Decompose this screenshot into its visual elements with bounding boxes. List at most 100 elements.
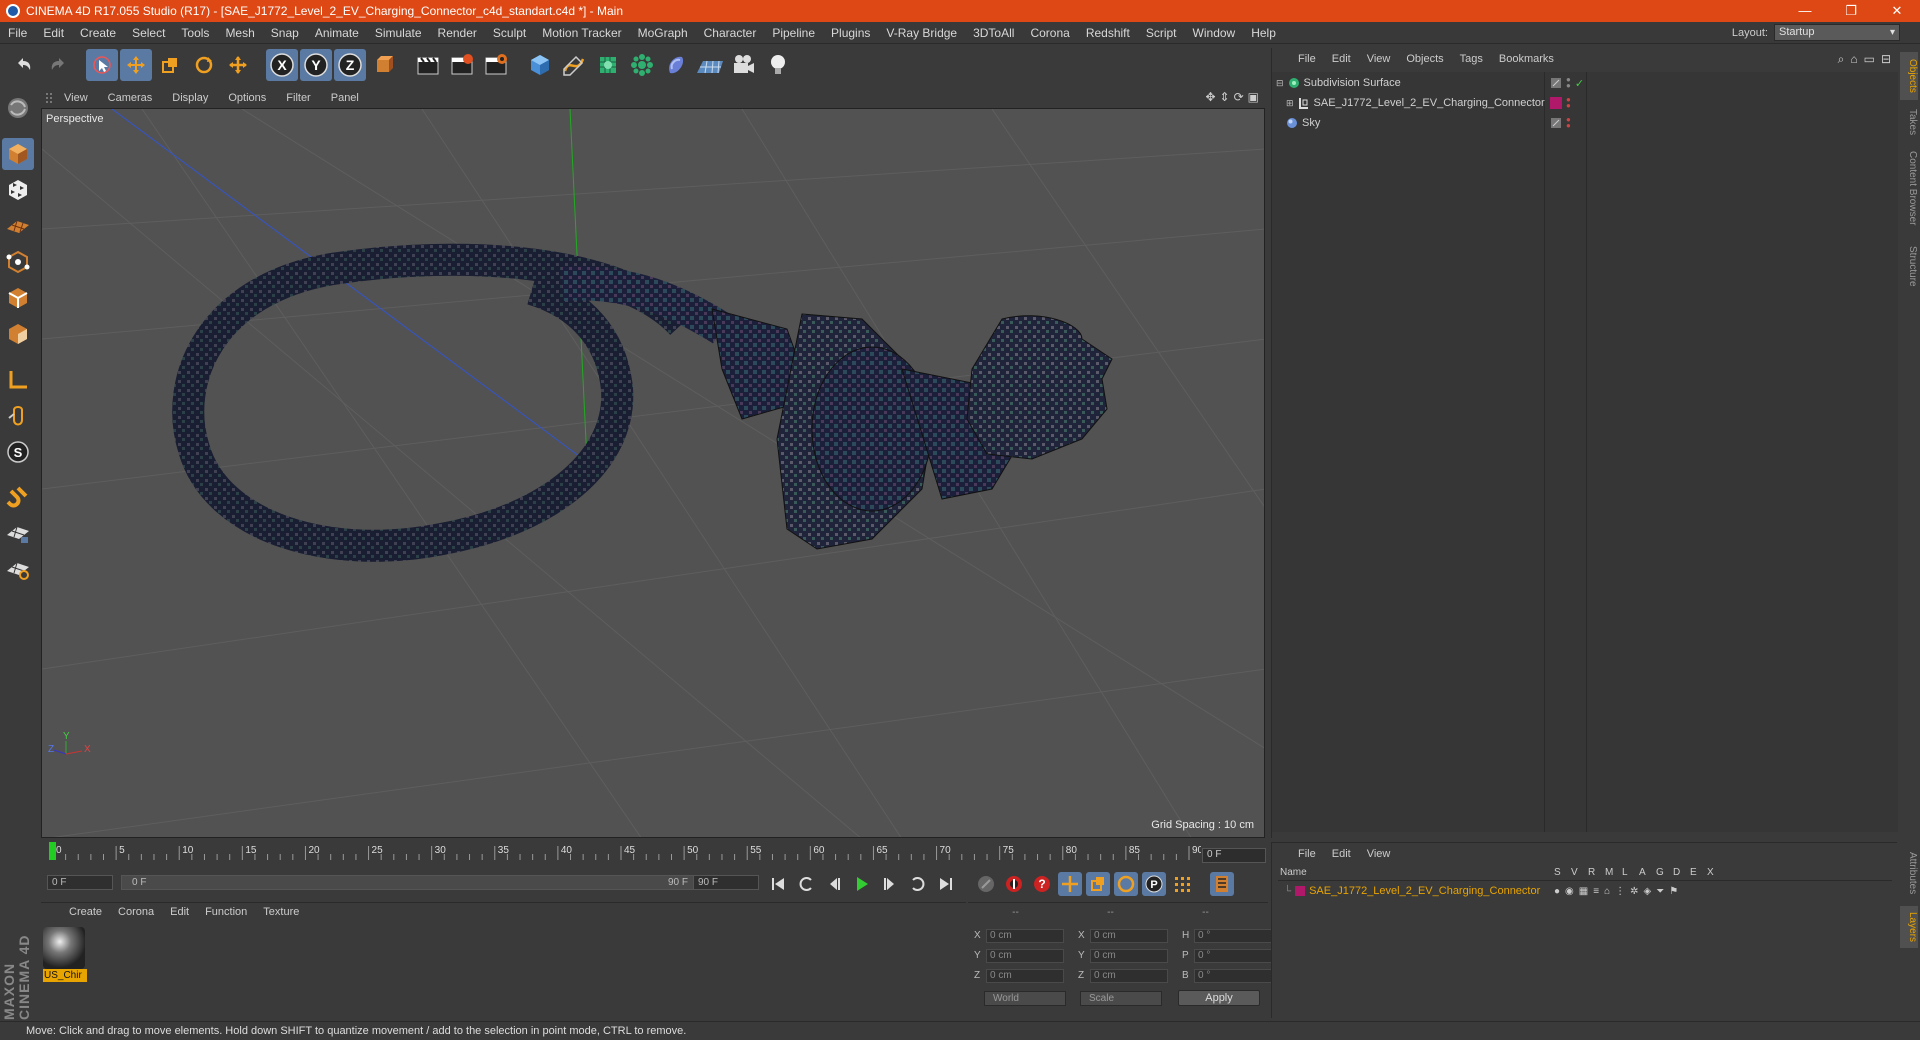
menu-mograph[interactable]: MoGraph xyxy=(630,26,696,40)
menu-create[interactable]: Create xyxy=(72,26,124,40)
material-menu-create[interactable]: Create xyxy=(61,906,110,918)
expand-icon[interactable]: ⊞ xyxy=(1286,98,1294,109)
go-to-end-icon[interactable] xyxy=(934,872,958,896)
magnet-icon[interactable] xyxy=(2,482,34,514)
menu-tools[interactable]: Tools xyxy=(173,26,217,40)
layer-menu-view[interactable]: View xyxy=(1359,848,1399,860)
tab-objects[interactable]: Objects xyxy=(1900,52,1918,100)
lock-icon[interactable]: ⌂ xyxy=(1604,886,1610,897)
menu-render[interactable]: Render xyxy=(430,26,485,40)
position-y-field[interactable]: 0 cm xyxy=(986,948,1064,963)
layer-color-swatch[interactable] xyxy=(1550,97,1562,109)
transform-mode-dropdown[interactable]: Scale xyxy=(1080,991,1162,1006)
visibility-dots-icon[interactable]: ● ● xyxy=(1566,116,1571,130)
record-active-objects-icon[interactable] xyxy=(974,872,998,896)
previous-key-icon[interactable] xyxy=(794,872,818,896)
playhead[interactable] xyxy=(49,842,56,860)
layer-icon[interactable] xyxy=(1550,77,1562,89)
viewport-menu-panel[interactable]: Panel xyxy=(321,92,369,104)
axis-mode-icon[interactable] xyxy=(2,364,34,396)
array-icon[interactable] xyxy=(626,49,658,81)
texture-mode-icon[interactable] xyxy=(2,174,34,206)
viewport-menu-options[interactable]: Options xyxy=(218,92,276,104)
frame-range-slider[interactable]: 0 F 90 F xyxy=(121,875,701,890)
rotation-h-field[interactable]: 0 ° xyxy=(1194,928,1272,943)
render-picture-viewer-icon[interactable] xyxy=(446,49,478,81)
menu-edit[interactable]: Edit xyxy=(35,26,72,40)
timeline-window-icon[interactable] xyxy=(1210,872,1234,896)
key-pla-icon[interactable] xyxy=(1170,872,1194,896)
key-rotation-icon[interactable] xyxy=(1114,872,1138,896)
layer-menu-edit[interactable]: Edit xyxy=(1324,848,1359,860)
edges-mode-icon[interactable] xyxy=(2,282,34,314)
restore-button[interactable]: ❐ xyxy=(1828,0,1874,22)
subdivision-nurbs-icon[interactable] xyxy=(592,49,624,81)
cube-icon[interactable] xyxy=(524,49,556,81)
tweak-mode-icon[interactable] xyxy=(2,400,34,432)
material-menu-corona[interactable]: Corona xyxy=(110,906,162,918)
visibility-dots-icon[interactable]: ● ● xyxy=(1566,76,1571,90)
generator-icon[interactable]: ✲ xyxy=(1630,886,1638,897)
dolly-icon[interactable]: ⇕ xyxy=(1220,90,1230,104)
enabled-check-icon[interactable]: ✓ xyxy=(1575,77,1584,90)
animation-icon[interactable]: ⋮ xyxy=(1615,886,1625,897)
autokeying-icon[interactable] xyxy=(1002,872,1026,896)
size-y-field[interactable]: 0 cm xyxy=(1090,948,1168,963)
apply-button[interactable]: Apply xyxy=(1178,990,1260,1006)
object-menu-tags[interactable]: Tags xyxy=(1452,53,1491,65)
viewport-menu-view[interactable]: View xyxy=(54,92,98,104)
expression-icon[interactable]: ⏷ xyxy=(1656,886,1664,897)
position-z-field[interactable]: 0 cm xyxy=(986,968,1064,983)
panel-menu-icon[interactable]: ⊟ xyxy=(1881,52,1891,67)
redo-icon[interactable] xyxy=(42,49,74,81)
object-menu-bookmarks[interactable]: Bookmarks xyxy=(1491,53,1562,65)
locked-workplane-icon[interactable] xyxy=(2,518,34,550)
menu-3dtoall[interactable]: 3DToAll xyxy=(965,26,1022,40)
y-axis-icon[interactable]: Y xyxy=(300,49,332,81)
solo-icon[interactable]: ● xyxy=(1554,886,1560,897)
render-view-icon[interactable] xyxy=(412,49,444,81)
render-icon[interactable]: ▦ xyxy=(1579,886,1588,897)
visibility-dots-icon[interactable]: ● ● xyxy=(1566,96,1571,110)
menu-animate[interactable]: Animate xyxy=(307,26,367,40)
object-menu-edit[interactable]: Edit xyxy=(1324,53,1359,65)
ev-charging-connector-model[interactable] xyxy=(172,243,1113,562)
layer-menu-file[interactable]: File xyxy=(1290,848,1324,860)
menu-sculpt[interactable]: Sculpt xyxy=(485,26,534,40)
object-row[interactable]: Sky ● ● xyxy=(1272,114,1898,132)
viewport-menu-filter[interactable]: Filter xyxy=(276,92,320,104)
recent-tool-icon[interactable] xyxy=(222,49,254,81)
layer-row[interactable]: └ SAE_J1772_Level_2_EV_Charging_Connecto… xyxy=(1278,883,1892,899)
keyframe-selection-icon[interactable]: ? xyxy=(1030,872,1054,896)
collapse-icon[interactable]: ⊟ xyxy=(1276,78,1284,89)
close-button[interactable]: ✕ xyxy=(1874,0,1920,22)
material-menu-edit[interactable]: Edit xyxy=(162,906,197,918)
menu-snap[interactable]: Snap xyxy=(263,26,307,40)
rotate-icon[interactable] xyxy=(188,49,220,81)
deformer-flag-icon[interactable]: ◈ xyxy=(1644,886,1652,897)
edit-render-settings-icon[interactable] xyxy=(480,49,512,81)
camera-icon[interactable] xyxy=(728,49,760,81)
layer-color-swatch[interactable] xyxy=(1295,886,1306,896)
timeline-ruler[interactable]: 0 5 10 15 20 25 30 35 40 45 50 55 60 65 70 75 80 85 90 xyxy=(41,840,1265,862)
menu-vray-bridge[interactable]: V-Ray Bridge xyxy=(878,26,965,40)
light-icon[interactable] xyxy=(762,49,794,81)
menu-character[interactable]: Character xyxy=(696,26,765,40)
play-icon[interactable] xyxy=(850,872,874,896)
object-menu-objects[interactable]: Objects xyxy=(1398,53,1451,65)
menu-file[interactable]: File xyxy=(0,26,35,40)
home-icon[interactable]: ⌂ xyxy=(1850,52,1857,67)
layout-dropdown[interactable]: Startup xyxy=(1774,24,1900,41)
tab-attributes[interactable]: Attributes xyxy=(1900,843,1918,903)
move-icon[interactable] xyxy=(120,49,152,81)
menu-window[interactable]: Window xyxy=(1185,26,1244,40)
floor-icon[interactable] xyxy=(694,49,726,81)
tab-content-browser[interactable]: Content Browser xyxy=(1900,144,1918,232)
object-menu-file[interactable]: File xyxy=(1290,53,1324,65)
model-mode-icon[interactable] xyxy=(2,138,34,170)
next-frame-icon[interactable] xyxy=(878,872,902,896)
new-window-icon[interactable]: ▭ xyxy=(1864,52,1875,67)
menu-corona[interactable]: Corona xyxy=(1022,26,1077,40)
layer-icon[interactable] xyxy=(1550,117,1562,129)
make-editable-icon[interactable] xyxy=(2,92,34,124)
